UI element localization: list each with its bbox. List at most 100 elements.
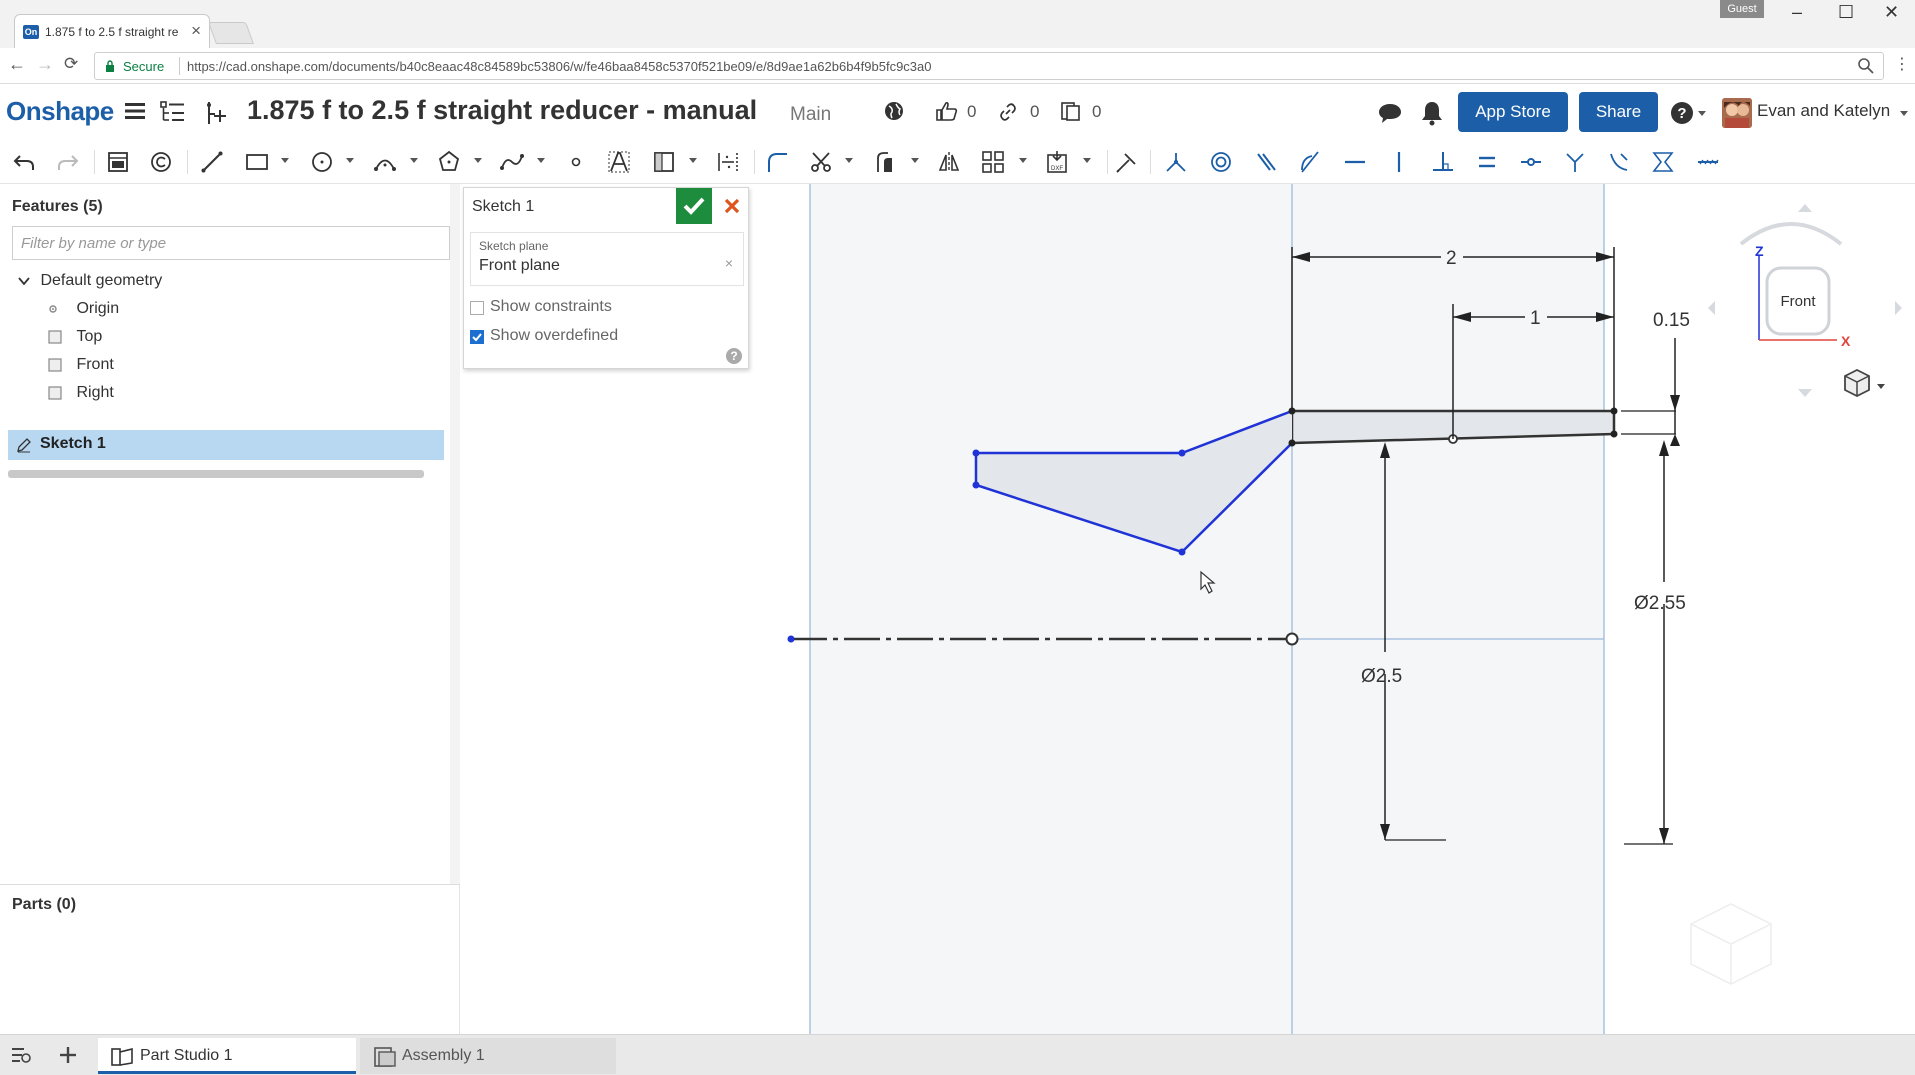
clear-plane-icon[interactable]: × [725, 255, 733, 271]
dimension-tool-icon[interactable] [716, 150, 740, 174]
help-icon[interactable]: ? [1670, 101, 1694, 125]
tree-item-right[interactable]: Right [48, 380, 114, 406]
image-dropdown-caret-icon[interactable] [689, 158, 697, 163]
horizontal-constraint-icon[interactable] [1343, 150, 1367, 174]
minimize-icon[interactable]: – [1792, 2, 1802, 23]
url-input[interactable]: Secure https://cad.onshape.com/documents… [94, 52, 1884, 80]
add-tab-icon[interactable] [58, 1045, 78, 1065]
show-overdefined-checkbox[interactable] [470, 330, 484, 344]
dialog-help-icon[interactable]: ? [726, 348, 742, 364]
reload-icon[interactable]: ⟳ [64, 54, 78, 74]
normal-constraint-icon[interactable] [1563, 150, 1587, 174]
dimension-2-label[interactable]: 2 [1446, 248, 1457, 269]
coincident-constraint-icon[interactable] [1164, 150, 1188, 174]
dimension-d2-55[interactable]: Ø2.55 [1624, 440, 1686, 845]
vertical-constraint-icon[interactable] [1387, 150, 1411, 174]
mirror-tool-icon[interactable] [937, 150, 961, 174]
branch-label[interactable]: Main [790, 104, 831, 126]
zoom-icon[interactable] [1857, 57, 1875, 75]
polygon-tool-icon[interactable] [437, 150, 461, 174]
feature-filter[interactable] [12, 226, 450, 260]
show-constraints-label[interactable]: Show constraints [490, 298, 612, 316]
pattern-dropdown-caret-icon[interactable] [1019, 158, 1027, 163]
view-options-cube-icon[interactable] [1844, 368, 1885, 398]
parallel-constraint-icon[interactable] [1254, 150, 1278, 174]
back-arrow-icon[interactable]: ← [8, 54, 26, 75]
browser-tab[interactable]: On 1.875 f to 2.5 f straight re × [14, 14, 210, 48]
dimension-0-15[interactable]: 0.15 [1621, 310, 1690, 446]
offset-dropdown-caret-icon[interactable] [911, 158, 919, 163]
symmetric-constraint-icon[interactable] [1651, 150, 1675, 174]
sketch-point[interactable] [972, 449, 980, 457]
view-cube-label[interactable]: Front [1780, 293, 1816, 310]
centerline-endpoint[interactable] [787, 635, 795, 643]
feature-tools-icon[interactable] [106, 150, 130, 174]
forward-arrow-icon[interactable]: → [36, 54, 54, 75]
view-cube[interactable]: Front Z X [1708, 204, 1902, 397]
line-tool-icon[interactable] [200, 150, 224, 174]
trim-dropdown-caret-icon[interactable] [845, 158, 853, 163]
offset-tool-icon[interactable] [874, 150, 898, 174]
feature-filter-input[interactable] [13, 227, 449, 259]
view-left-arrow-icon[interactable] [1708, 301, 1715, 315]
undo-icon[interactable] [12, 150, 36, 174]
vertical-scrollbar[interactable] [450, 184, 460, 884]
rectangle-tool-icon[interactable] [245, 150, 269, 174]
help-dropdown-caret-icon[interactable] [1698, 111, 1706, 116]
hamburger-menu-icon[interactable] [124, 100, 146, 122]
perpendicular-constraint-icon[interactable] [1431, 150, 1455, 174]
maximize-icon[interactable]: ☐ [1838, 2, 1854, 23]
sketch-point[interactable] [1178, 548, 1186, 556]
text-tool-icon[interactable] [607, 150, 631, 174]
browser-menu-icon[interactable]: ⋮ [1894, 54, 1910, 74]
view-down-arrow-icon[interactable] [1798, 389, 1812, 397]
public-globe-icon[interactable] [883, 100, 905, 122]
sketch-plane-field[interactable]: Sketch plane Front plane × [470, 232, 744, 286]
show-overdefined-label[interactable]: Show overdefined [490, 327, 618, 345]
linear-pattern-icon[interactable] [981, 150, 1005, 174]
pierce-constraint-icon[interactable] [1607, 150, 1631, 174]
concentric-constraint-icon[interactable] [1209, 150, 1233, 174]
tree-item-sketch-1[interactable]: Sketch 1 [8, 430, 444, 460]
dxf-dropdown-caret-icon[interactable] [1083, 158, 1091, 163]
fillet-tool-icon[interactable] [765, 150, 789, 174]
chevron-down-icon[interactable] [18, 275, 30, 287]
dxf-import-icon[interactable]: DXF [1045, 150, 1069, 174]
dimension-d2-5-label[interactable]: Ø2.5 [1361, 666, 1402, 687]
feature-list-icon[interactable] [160, 100, 186, 124]
fix-constraint-icon[interactable] [1696, 150, 1720, 174]
user-dropdown-caret-icon[interactable] [1900, 111, 1908, 116]
rectangle-dropdown-caret-icon[interactable] [281, 158, 289, 163]
dimension-d2-55-label[interactable]: Ø2.55 [1634, 593, 1686, 614]
view-up-arrow-icon[interactable] [1798, 204, 1812, 212]
like-icon[interactable] [935, 100, 959, 122]
comments-icon[interactable] [1377, 102, 1403, 124]
document-title[interactable]: 1.875 f to 2.5 f straight reducer - manu… [247, 95, 757, 126]
tab-part-studio-1[interactable]: Part Studio 1 [98, 1038, 356, 1074]
copy-workspace-icon[interactable] [1060, 100, 1082, 122]
construction-tool-icon[interactable] [1115, 150, 1139, 174]
trim-tool-icon[interactable] [809, 150, 833, 174]
accept-button[interactable] [676, 188, 712, 224]
new-tab-button[interactable] [207, 22, 255, 44]
tree-item-front[interactable]: Front [48, 352, 114, 378]
circle-tool-icon[interactable] [310, 150, 334, 174]
notifications-bell-icon[interactable] [1420, 100, 1444, 126]
link-icon[interactable] [999, 103, 1017, 121]
spline-dropdown-caret-icon[interactable] [537, 158, 545, 163]
horizontal-scrollbar[interactable] [8, 470, 424, 478]
sketch-point[interactable] [1610, 430, 1618, 438]
view-right-arrow-icon[interactable] [1895, 301, 1902, 315]
dimension-1-label[interactable]: 1 [1530, 308, 1541, 329]
arc-tool-icon[interactable] [373, 150, 397, 174]
sketch-point[interactable] [1178, 449, 1186, 457]
point-tool-icon[interactable] [564, 150, 588, 174]
guest-badge[interactable]: Guest [1720, 0, 1764, 18]
insert-image-icon[interactable] [652, 150, 676, 174]
equal-constraint-icon[interactable] [1475, 150, 1499, 174]
sketch-point[interactable] [972, 481, 980, 489]
app-store-button[interactable]: App Store [1458, 92, 1568, 132]
circle-dropdown-caret-icon[interactable] [346, 158, 354, 163]
tree-item-default-geometry[interactable]: Default geometry [18, 268, 162, 294]
use-convert-icon[interactable] [149, 150, 173, 174]
